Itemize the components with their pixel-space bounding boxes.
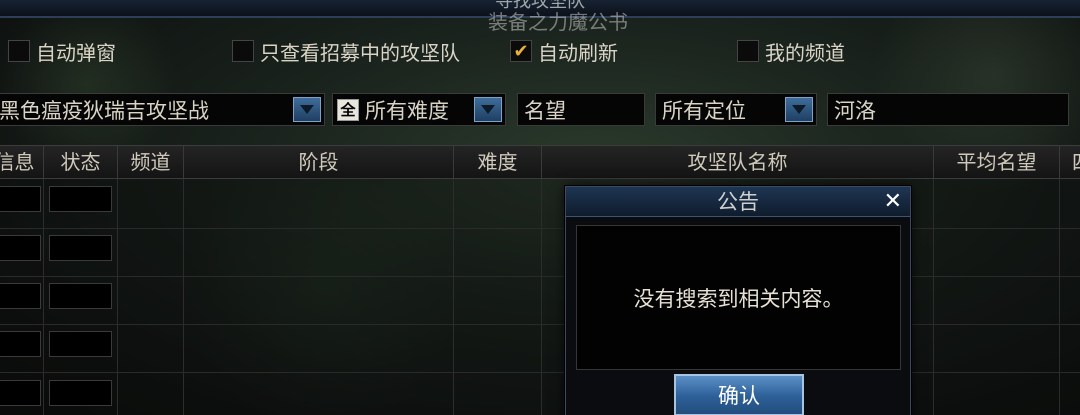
auto-popup-checkbox[interactable] [8, 40, 30, 62]
fame-input[interactable]: 名望 [517, 93, 645, 126]
difficulty-dropdown-icon[interactable] [474, 97, 502, 122]
table-row-info-slot [0, 283, 41, 309]
header-raid-name[interactable]: 攻坚队名称 [542, 146, 934, 180]
only-recruiting-option[interactable]: 只查看招募中的攻坚队 [232, 38, 460, 65]
dialog-title: 公告 [717, 190, 759, 214]
header-info[interactable]: 信息 [0, 146, 44, 180]
table-row-status-slot [49, 380, 112, 406]
table-row-info-slot [0, 186, 41, 212]
my-channel-checkbox[interactable] [737, 40, 759, 62]
header-difficulty[interactable]: 难度 [454, 146, 542, 180]
header-avg-fame[interactable]: 平均名望 [934, 146, 1060, 180]
column-extra [1060, 179, 1080, 415]
row-divider [0, 324, 1080, 325]
close-icon[interactable]: ✕ [884, 189, 902, 215]
search-input-value: 河洛 [834, 98, 876, 123]
all-badge-icon: 全 [337, 98, 359, 121]
confirm-button[interactable]: 确认 [674, 374, 804, 415]
auto-refresh-checkbox[interactable]: ✔ [510, 40, 532, 62]
raid-select[interactable]: 黑色瘟疫狄瑞吉攻坚战 [0, 93, 325, 126]
search-input[interactable]: 河洛 [827, 93, 1069, 126]
auto-refresh-label: 自动刷新 [538, 40, 618, 65]
notice-dialog: 公告 ✕ 没有搜索到相关内容。 确认 [565, 186, 911, 415]
header-stage[interactable]: 阶段 [184, 146, 454, 180]
table-header: 信息 状态 频道 阶段 难度 攻坚队名称 平均名望 四 [0, 145, 1080, 180]
auto-popup-option[interactable]: 自动弹窗 [8, 38, 116, 65]
auto-popup-label: 自动弹窗 [36, 40, 116, 65]
raid-select-value: 黑色瘟疫狄瑞吉攻坚战 [0, 98, 209, 123]
dialog-header: 公告 ✕ [566, 187, 910, 217]
column-difficulty [454, 179, 542, 415]
only-recruiting-label: 只查看招募中的攻坚队 [260, 40, 460, 65]
dialog-message: 没有搜索到相关内容。 [633, 286, 844, 311]
position-dropdown-icon[interactable] [785, 97, 813, 122]
dialog-body: 没有搜索到相关内容。 [576, 225, 901, 370]
my-channel-option[interactable]: 我的频道 [737, 38, 845, 65]
position-select-value: 所有定位 [662, 98, 746, 123]
my-channel-label: 我的频道 [765, 40, 845, 65]
auto-refresh-option[interactable]: ✔ 自动刷新 [510, 38, 618, 65]
table-row-status-slot [49, 235, 112, 261]
table-row-status-slot [49, 331, 112, 357]
difficulty-select-value: 所有难度 [365, 98, 449, 123]
header-channel[interactable]: 频道 [118, 146, 184, 180]
column-stage [184, 179, 454, 415]
only-recruiting-checkbox[interactable] [232, 40, 254, 62]
table-row-info-slot [0, 235, 41, 261]
raid-dropdown-icon[interactable] [293, 97, 321, 122]
background-ghost-text: 装备之力魔公书 [488, 10, 628, 34]
table-row-status-slot [49, 186, 112, 212]
table-row-status-slot [49, 283, 112, 309]
column-avg-fame [934, 179, 1060, 415]
header-extra[interactable]: 四 [1060, 146, 1080, 180]
fame-input-value: 名望 [524, 98, 566, 123]
column-channel [118, 179, 184, 415]
position-select[interactable]: 所有定位 [655, 93, 817, 126]
row-divider [0, 372, 1080, 373]
header-status[interactable]: 状态 [44, 146, 118, 180]
row-divider [0, 228, 1080, 229]
table-row-info-slot [0, 380, 41, 406]
row-divider [0, 276, 1080, 277]
difficulty-select[interactable]: 全 所有难度 [332, 93, 506, 126]
table-row-info-slot [0, 331, 41, 357]
